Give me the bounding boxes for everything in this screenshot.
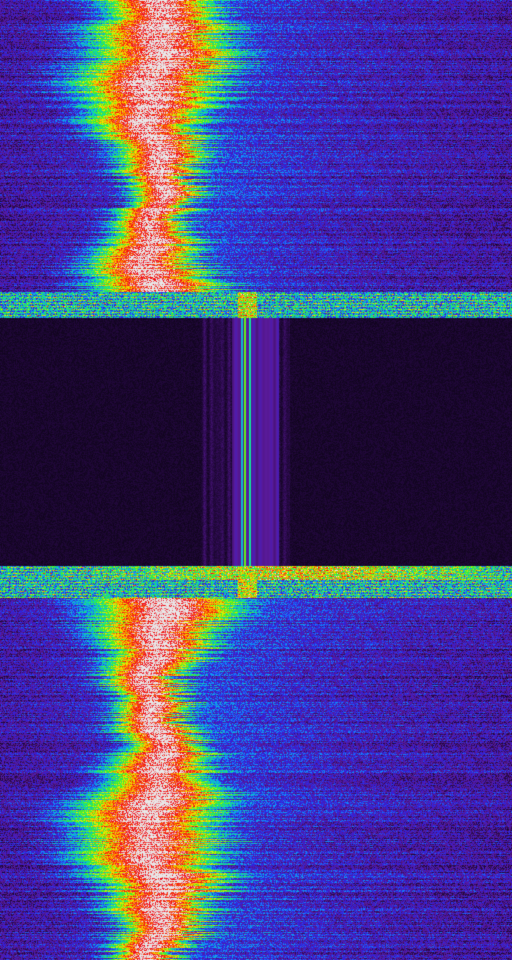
waterfall-canvas [0,0,512,960]
spectrogram-image [0,0,512,960]
